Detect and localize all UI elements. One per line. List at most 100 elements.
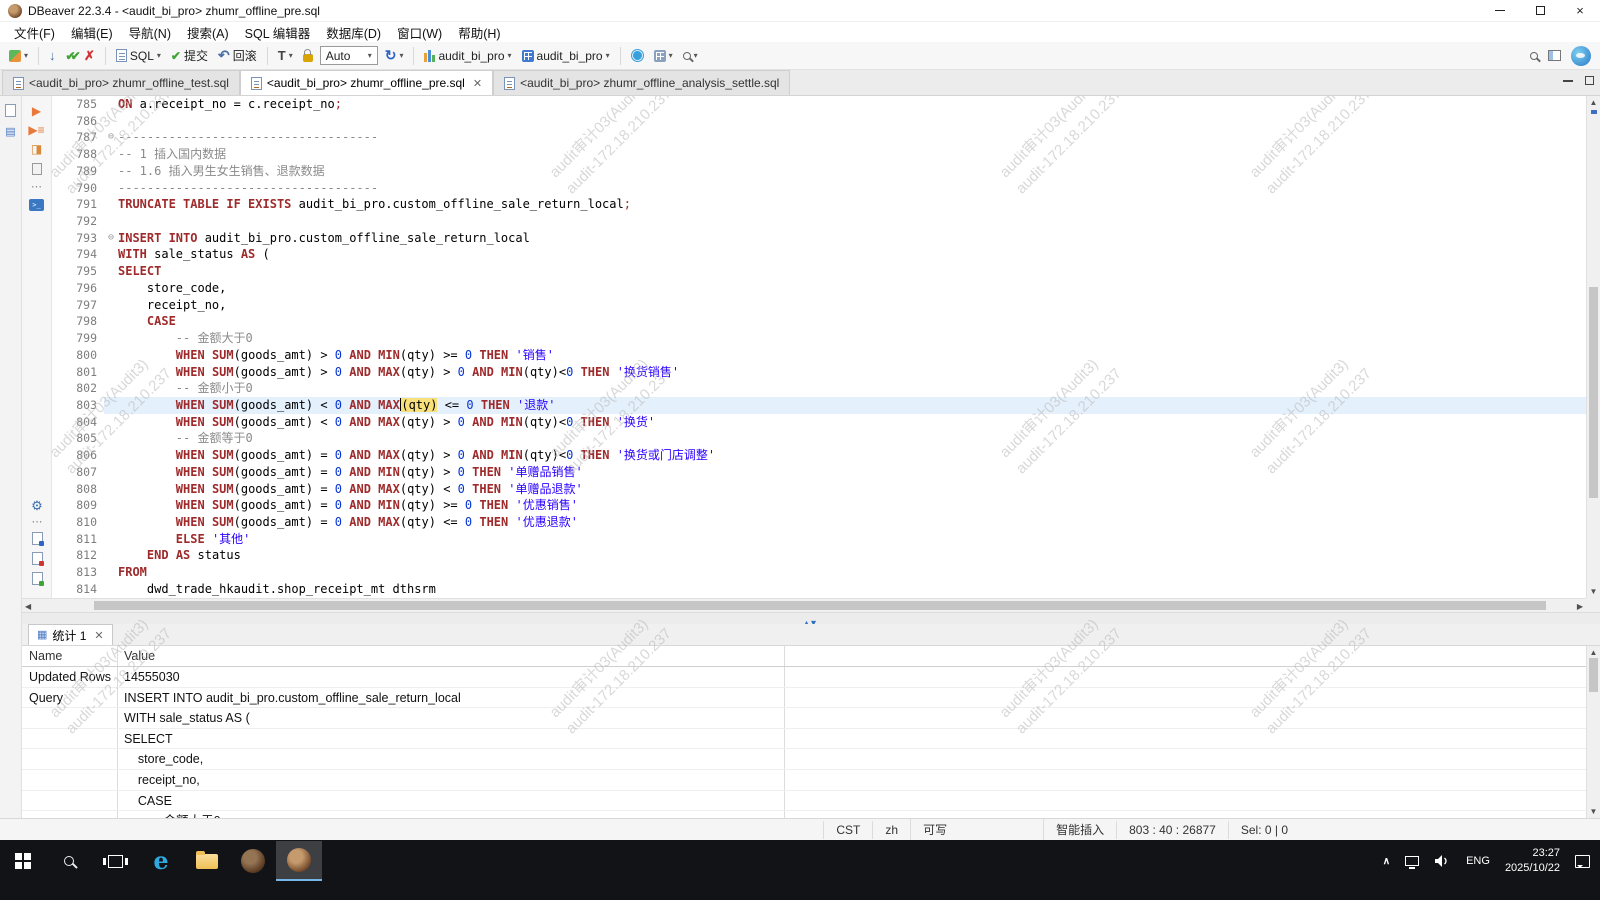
fold-icon[interactable]: ⊖ [104,230,118,247]
code-line[interactable]: 791TRUNCATE TABLE IF EXISTS audit_bi_pro… [52,196,1586,213]
code-line[interactable]: 789-- 1.6 插入男生女生销售、退款数据 [52,163,1586,180]
code-line[interactable]: 793⊖INSERT INTO audit_bi_pro.custom_offl… [52,230,1586,247]
results-vertical-scrollbar[interactable]: ▲ ▼ [1586,646,1600,818]
device-icon[interactable] [1405,856,1419,866]
fold-icon[interactable]: ⊖ [104,129,118,146]
menu-item[interactable]: 编辑(E) [63,21,121,44]
dbeaver-taskbar-button[interactable] [276,841,322,881]
volume-icon[interactable] [1434,854,1451,868]
code-line[interactable]: 799 -- 金额大于0 [52,330,1586,347]
execute-statement-icon[interactable]: ▶ [32,106,41,116]
code-line[interactable]: 802 -- 金额小于0 [52,380,1586,397]
code-line[interactable]: 785ON a.receipt_no = c.receipt_no; [52,96,1586,113]
result-row[interactable]: SELECT [22,729,1586,750]
code-line[interactable]: 804 WHEN SUM(goods_amt) < 0 AND MAX(qty)… [52,414,1586,431]
tray-expand-icon[interactable]: ∧ [1383,856,1390,867]
database-selector[interactable]: audit_bi_pro ▾ [421,47,514,65]
new-connection-button[interactable]: ▾ [6,48,31,64]
export-result-icon[interactable] [32,532,43,545]
menu-item[interactable]: 窗口(W) [389,21,450,44]
schema-selector[interactable]: audit_bi_pro ▾ [519,47,613,65]
code-line[interactable]: 813FROM [52,564,1586,581]
code-line[interactable]: 790------------------------------------ [52,180,1586,197]
maximize-view-icon[interactable] [1585,76,1594,85]
code-area[interactable]: 785ON a.receipt_no = c.receipt_no;786787… [52,96,1586,598]
code-line[interactable]: 800 WHEN SUM(goods_amt) > 0 AND MIN(qty)… [52,347,1586,364]
result-row[interactable]: receipt_no, [22,770,1586,791]
code-line[interactable]: 795SELECT [52,263,1586,280]
execute-script-icon[interactable]: ▶≡ [28,125,44,135]
menu-item[interactable]: 文件(F) [6,21,63,44]
maximize-button[interactable] [1520,0,1560,21]
taskbar-search-button[interactable] [46,841,92,881]
pinned-app-button[interactable] [230,841,276,881]
open-file-icon[interactable] [32,572,43,585]
code-line[interactable]: 814 dwd_trade_hkaudit.shop_receipt_mt dt… [52,581,1586,598]
code-line[interactable]: 810 WHEN SUM(goods_amt) = 0 AND MAX(qty)… [52,514,1586,531]
notification-center-icon[interactable] [1575,855,1590,868]
code-line[interactable]: 801 WHEN SUM(goods_amt) > 0 AND MAX(qty)… [52,364,1586,381]
scrollbar-thumb[interactable] [1589,287,1598,498]
rollback-button[interactable]: ✗ [81,46,98,66]
result-row[interactable]: store_code, [22,749,1586,770]
commit-text-button[interactable]: ✔ 提交 [168,45,211,66]
code-line[interactable]: 794WITH sale_status AS ( [52,246,1586,263]
app-logo-button[interactable] [1568,44,1594,68]
grid-menu-button[interactable]: ▾ [651,48,676,64]
search-menu-button[interactable]: ▾ [680,49,701,62]
editor-vertical-scrollbar[interactable]: ▲ ▼ [1586,96,1600,598]
code-line[interactable]: 788-- 1 插入国内数据 [52,146,1586,163]
explain-plan-icon[interactable]: ◨ [31,144,42,154]
ie-button[interactable]: e [138,841,184,881]
close-icon[interactable]: ✕ [94,629,103,642]
settings-gear-icon[interactable]: ⚙ [31,500,43,512]
scroll-right-icon[interactable]: ▶ [1577,602,1583,611]
language-indicator[interactable]: ENG [1466,855,1490,867]
menu-item[interactable]: 导航(N) [121,21,179,44]
panel-sash[interactable]: ▴▾ [22,612,1600,624]
sql-menu-button[interactable]: SQL ▾ [113,47,164,65]
lock-button[interactable] [300,47,316,64]
code-line[interactable]: 812 END AS status [52,547,1586,564]
sql-console-icon[interactable]: >_ [29,199,44,211]
result-row[interactable]: CASE [22,791,1586,812]
transaction-mode-button[interactable]: T ▾ [275,46,296,65]
task-view-button[interactable] [92,841,138,881]
code-line[interactable]: 809 WHEN SUM(goods_amt) = 0 AND MIN(qty)… [52,497,1586,514]
menu-item[interactable]: 数据库(D) [318,21,389,44]
scrollbar-thumb[interactable] [94,601,1546,610]
scroll-down-icon[interactable]: ▼ [1587,807,1600,816]
more-actions-icon[interactable]: ⋯ [31,184,42,190]
scroll-up-icon[interactable]: ▲ [1587,648,1600,657]
editor-tab[interactable]: <audit_bi_pro> zhumr_offline_test.sql [2,70,240,95]
result-row[interactable]: WITH sale_status AS ( [22,708,1586,729]
result-row[interactable]: QueryINSERT INTO audit_bi_pro.custom_off… [22,688,1586,709]
code-line[interactable]: 796 store_code, [52,280,1586,297]
minimized-panel-icon[interactable] [5,104,16,117]
code-line[interactable]: 805 -- 金额等于0 [52,430,1586,447]
code-line[interactable]: 798 CASE [52,313,1586,330]
result-row[interactable]: -- 金额大于0 [22,811,1586,818]
menu-item[interactable]: 搜索(A) [179,21,237,44]
editor-tab[interactable]: <audit_bi_pro> zhumr_offline_pre.sql✕ [240,70,493,95]
tab-statistics[interactable]: ▦ 统计 1 ✕ [28,624,113,645]
database-navigator-icon[interactable]: ▤ [5,127,15,138]
fetch-button[interactable]: ↓ [46,46,59,65]
minimize-button[interactable] [1480,0,1520,21]
commit-mode-combo[interactable]: Auto ▾ [320,46,378,65]
editor-horizontal-scrollbar[interactable]: ◀ ▶ [22,598,1586,612]
file-explorer-button[interactable] [184,841,230,881]
column-header-name[interactable]: Name [22,646,118,666]
minimize-view-icon[interactable] [1563,80,1573,82]
copy-icon[interactable] [32,163,42,175]
code-line[interactable]: 806 WHEN SUM(goods_amt) = 0 AND MAX(qty)… [52,447,1586,464]
column-header-value[interactable]: Value [118,646,785,666]
perspective-button[interactable] [1545,48,1564,63]
save-file-icon[interactable] [32,552,43,565]
menu-item[interactable]: 帮助(H) [450,21,508,44]
code-line[interactable]: 792 [52,213,1586,230]
rollback-text-button[interactable]: ↶ 回滚 [215,45,260,66]
code-line[interactable]: 787⊖------------------------------------ [52,129,1586,146]
code-line[interactable]: 786 [52,113,1586,130]
start-button[interactable] [0,841,46,881]
